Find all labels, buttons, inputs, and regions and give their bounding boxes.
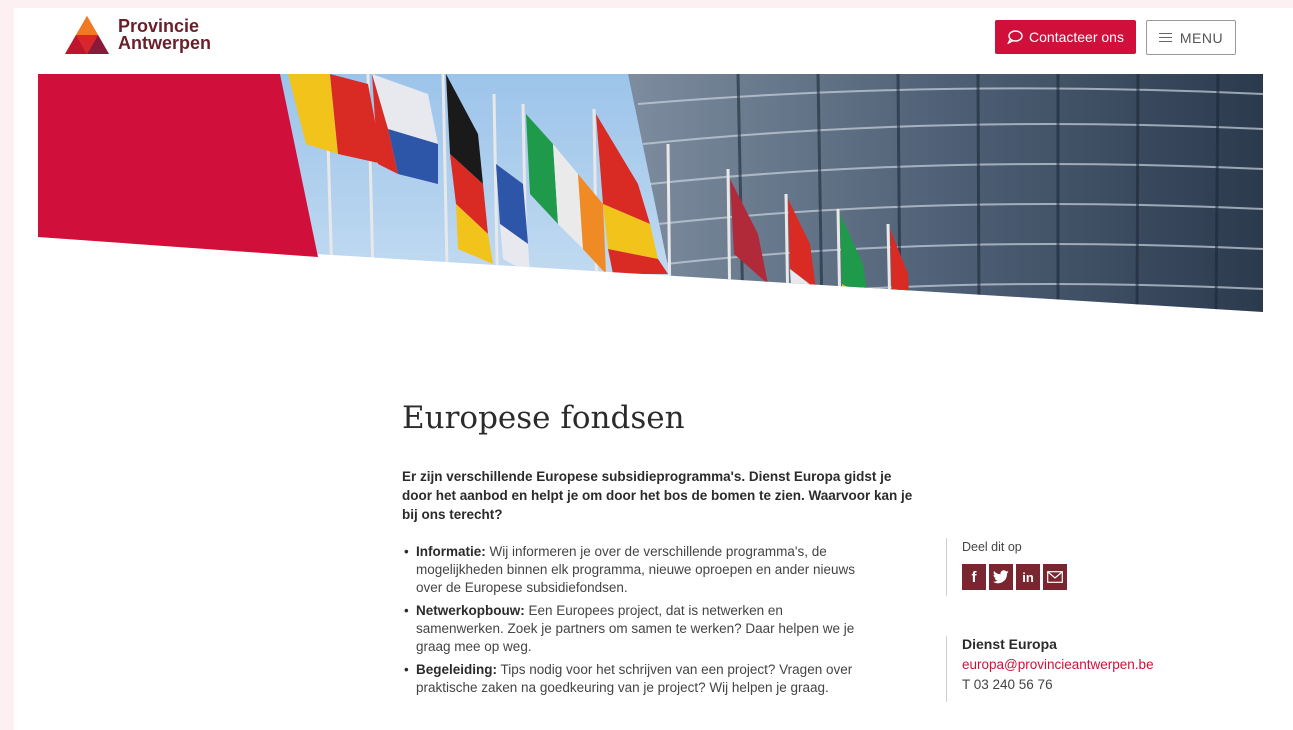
list-item: Netwerkopbouw: Een Europees project, dat… — [402, 602, 872, 656]
menu-button-label: MENU — [1179, 29, 1224, 46]
logo-line-2: Antwerpen — [118, 33, 212, 53]
contact-title: Dienst Europa — [962, 636, 1057, 652]
page-title: Europese fondsen — [402, 400, 685, 436]
logo-text: Provincie Antwerpen — [118, 17, 212, 53]
logo-mark-icon — [65, 16, 109, 54]
hamburger-icon — [1158, 30, 1172, 45]
list-item: Begeleiding: Tips nodig voor het schrijv… — [402, 661, 872, 697]
page: Provincie Antwerpen Contacteer ons MENU — [14, 8, 1293, 730]
contact-email-link[interactable]: europa@provincieantwerpen.be — [962, 657, 1154, 672]
contact-button-label: Contacteer ons — [1029, 29, 1124, 45]
chat-bubble-icon — [1007, 30, 1023, 44]
hero-image — [38, 74, 1263, 312]
list-item-term: Netwerkopbouw: — [416, 603, 525, 618]
mail-icon[interactable] — [1043, 564, 1067, 590]
list-item-term: Informatie: — [416, 544, 486, 559]
services-list: Informatie: Wij informeren je over de ve… — [402, 543, 872, 702]
share-box: Deel dit op f in — [946, 538, 1067, 596]
contact-phone: T 03 240 56 76 — [962, 677, 1053, 692]
twitter-icon[interactable] — [989, 564, 1013, 590]
logo[interactable]: Provincie Antwerpen — [64, 15, 211, 55]
hero-banner — [38, 74, 1263, 314]
intro-text: Er zijn verschillende Europese subsidiep… — [402, 469, 913, 522]
share-label: Deel dit op — [962, 540, 1022, 554]
facebook-icon[interactable]: f — [962, 564, 986, 590]
menu-button[interactable]: MENU — [1146, 20, 1236, 55]
linkedin-icon[interactable]: in — [1016, 564, 1040, 590]
contact-button[interactable]: Contacteer ons — [995, 20, 1136, 54]
list-item: Informatie: Wij informeren je over de ve… — [402, 543, 872, 597]
list-item-term: Begeleiding: — [416, 662, 498, 677]
share-icons: f in — [962, 564, 1067, 590]
contact-box: Dienst Europa europa@provincieantwerpen.… — [946, 636, 1154, 702]
